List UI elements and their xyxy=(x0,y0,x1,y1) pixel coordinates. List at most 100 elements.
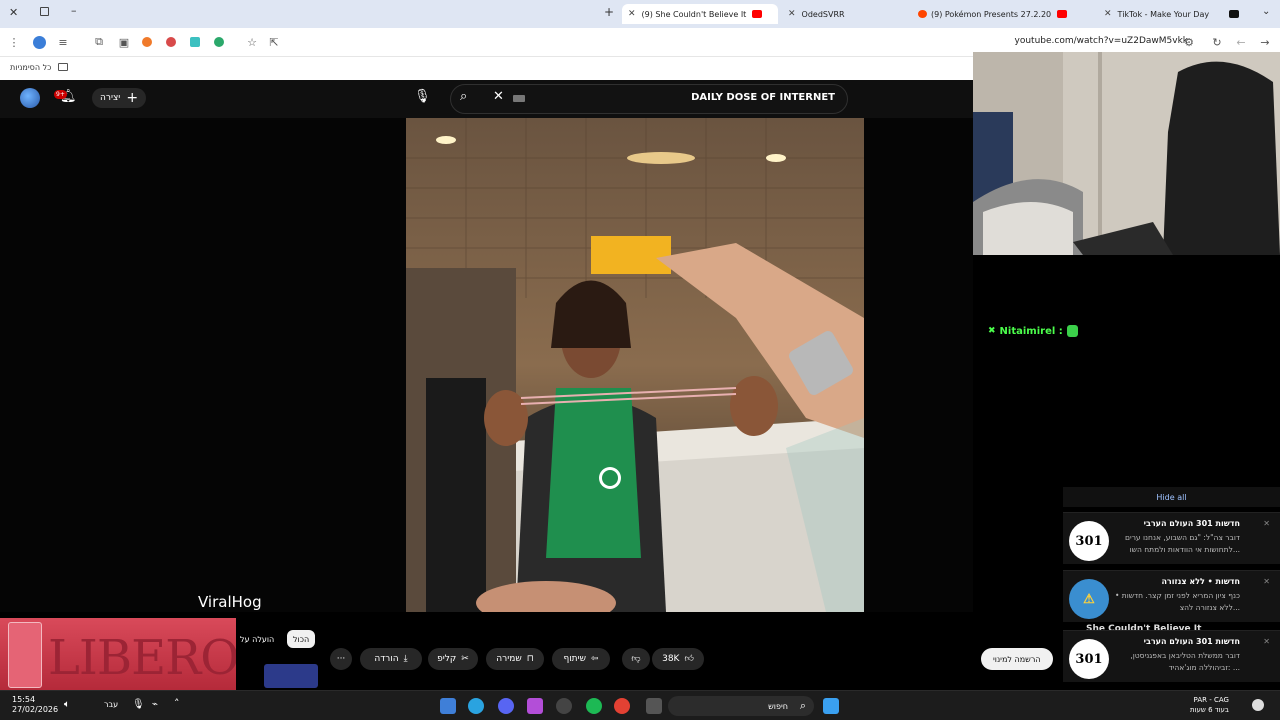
forward-icon[interactable]: ← xyxy=(1233,34,1249,50)
search-icon: ⌕ xyxy=(799,699,806,712)
chevron-down-icon[interactable]: ⌄ xyxy=(1262,6,1270,17)
video-letterbox-left xyxy=(0,118,406,612)
clear-search-icon[interactable]: ✕ xyxy=(493,89,504,104)
clip-button[interactable]: קליפ ✂ xyxy=(428,648,478,670)
chrome-icon[interactable] xyxy=(614,698,630,714)
search-query[interactable]: DAILY DOSE OF INTERNET xyxy=(691,92,835,103)
spotify-icon[interactable] xyxy=(586,698,602,714)
like-button[interactable]: 38K 👍︎ xyxy=(652,648,704,670)
playlist-icon[interactable]: ≡ xyxy=(55,34,71,50)
reload-icon[interactable]: ↻ xyxy=(1209,34,1225,50)
video-player[interactable] xyxy=(406,118,864,612)
chip-all[interactable]: הכול xyxy=(287,630,316,648)
perfume-bottle-icon xyxy=(8,622,42,688)
tab-label: (9) Pokémon Presents 27.2.2026 xyxy=(931,9,1051,19)
close-tab-icon[interactable]: ✕ xyxy=(1104,9,1112,19)
extension-teal-icon[interactable] xyxy=(187,34,203,50)
extension-red-icon[interactable] xyxy=(163,34,179,50)
youtube-header: 🔔︎ 9+ יצירה + 🎙︎ ⌕ ✕ DAILY DOSE OF INTER… xyxy=(0,80,973,118)
avatar[interactable] xyxy=(20,88,40,108)
create-label: יצירה xyxy=(100,93,121,103)
subscribe-button[interactable]: הרשמה למינוי xyxy=(981,648,1053,670)
share-button[interactable]: שיתוף ⇦ xyxy=(552,648,610,670)
save-button[interactable]: שמירה ⊓ xyxy=(486,648,544,670)
close-icon[interactable]: ✕ xyxy=(1263,577,1270,586)
webcam-frame xyxy=(973,52,1280,255)
site-settings-icon[interactable]: ⚙ xyxy=(1181,34,1197,50)
microphone-tray-icon[interactable]: 🎙︎ xyxy=(132,699,145,710)
close-icon[interactable]: ✕ xyxy=(1263,637,1270,646)
keyboard-icon[interactable] xyxy=(513,95,525,102)
notification-card[interactable]: 301 חדשות 301 העולם הערבי דובר ממשלת הטל… xyxy=(1063,630,1280,682)
search-icon[interactable]: ⌕ xyxy=(460,89,467,104)
create-button[interactable]: יצירה + xyxy=(92,88,147,108)
related-video-thumbnail[interactable] xyxy=(264,664,318,688)
tab-search-icon[interactable] xyxy=(40,7,49,16)
network-icon[interactable]: ⌁ xyxy=(152,699,158,710)
clock-time: 15:54 xyxy=(12,695,36,704)
bookmark-icon: ⊓ xyxy=(526,654,534,664)
dislike-button[interactable]: 👎︎ xyxy=(622,648,650,670)
discord-icon[interactable] xyxy=(498,698,514,714)
tray-chevron-icon[interactable]: ˄ xyxy=(174,697,180,710)
share-page-icon[interactable]: ⇱ xyxy=(266,34,282,50)
minimize-icon[interactable]: – xyxy=(71,4,77,17)
chat-badge-icon: ✖ xyxy=(988,326,996,336)
clip-label: קליפ xyxy=(437,654,457,664)
hide-all-button[interactable]: Hide all xyxy=(1063,487,1280,507)
tab-pokemon[interactable]: (9) Pokémon Presents 27.2.2026 xyxy=(918,4,1098,24)
clock-date: 27/02/2026 xyxy=(12,705,59,714)
folder-icon xyxy=(58,63,68,71)
notification-title: חדשות 301 העולם הערבי xyxy=(1143,519,1240,528)
libero-logo: LIBERO xyxy=(48,630,236,686)
notification-body: דובר ממשלת הטליבאן באפגניסטן, זביהוללה מ… xyxy=(1130,651,1240,672)
new-tab-icon[interactable]: + xyxy=(604,5,614,19)
chip-uploaded-by[interactable]: הועלה על xyxy=(234,630,280,648)
telegram-icon[interactable] xyxy=(468,698,484,714)
notification-card[interactable]: ⚠ חדשות • ללא צנזורה כנף ציון המריא לפני… xyxy=(1063,570,1280,622)
notification-title: חדשות • ללא צנזורה xyxy=(1161,577,1240,586)
star-icon[interactable]: ☆ xyxy=(244,34,260,50)
close-window-icon[interactable]: ✕ xyxy=(9,6,18,19)
tab-odedsvrr[interactable]: ✕ OdedSVRR xyxy=(788,4,908,24)
menu-icon[interactable]: ⋮ xyxy=(6,34,22,50)
close-tab-icon[interactable]: ✕ xyxy=(788,9,796,19)
all-bookmarks[interactable]: כל הסימניות xyxy=(10,63,51,72)
video-watermark: ViralHog xyxy=(198,593,262,611)
weather-icon xyxy=(1252,699,1264,711)
extension-orange-icon[interactable] xyxy=(139,34,155,50)
extension-green-icon[interactable] xyxy=(211,34,227,50)
weather-line2: בעוד 6 שעות xyxy=(1190,706,1229,714)
calculator-icon[interactable] xyxy=(440,698,456,714)
language-indicator[interactable]: עבר xyxy=(104,700,118,709)
taskbar-search-input[interactable]: חיפוש ⌕ xyxy=(668,696,814,716)
clock[interactable]: 15:54 27/02/2026 xyxy=(12,695,58,715)
close-icon[interactable]: ✕ xyxy=(1263,519,1270,528)
close-tab-icon[interactable]: ✕ xyxy=(628,9,636,19)
file-explorer-icon[interactable] xyxy=(646,698,662,714)
youtube-icon xyxy=(752,10,763,18)
windows-start-icon[interactable] xyxy=(823,698,839,714)
extensions-icon[interactable]: ⧉ xyxy=(91,34,107,50)
tab-tiktok[interactable]: ✕ TikTok - Make Your Day xyxy=(1104,4,1254,24)
weather-widget[interactable]: PAR - CAG בעוד 6 שעות xyxy=(1190,695,1229,715)
reddit-icon xyxy=(918,10,927,18)
share-label: שיתוף xyxy=(563,654,586,664)
notification-card[interactable]: 301 חדשות 301 העולם הערבי דובר צה"ל: "גם… xyxy=(1063,512,1280,564)
app-dark-icon[interactable] xyxy=(556,698,572,714)
back-icon[interactable]: → xyxy=(1257,34,1273,50)
cast-icon[interactable]: ▣ xyxy=(116,34,132,50)
browser-tab-strip: ✕ – + ✕ (9) She Couldn't Believe It ✕ Od… xyxy=(0,0,1280,28)
thumbs-up-icon: 👍︎ xyxy=(684,654,694,664)
tab-active-video[interactable]: ✕ (9) She Couldn't Believe It xyxy=(622,4,778,24)
download-button[interactable]: הורדה ⤓ xyxy=(360,648,422,670)
profile-icon[interactable] xyxy=(31,34,47,50)
more-icon: ··· xyxy=(336,654,346,664)
more-actions-button[interactable]: ··· xyxy=(330,648,352,670)
channel-301-logo: 301 xyxy=(1069,639,1109,679)
volume-icon[interactable]: 🔈︎ xyxy=(64,699,70,710)
app-purple-icon[interactable] xyxy=(527,698,543,714)
chat-message: ✖ Nitaimirel : xyxy=(988,325,1078,337)
microphone-icon[interactable]: 🎙︎ xyxy=(414,89,432,107)
address-bar[interactable]: youtube.com/watch?v=uZ2DawM5vkk xyxy=(1015,36,1188,46)
